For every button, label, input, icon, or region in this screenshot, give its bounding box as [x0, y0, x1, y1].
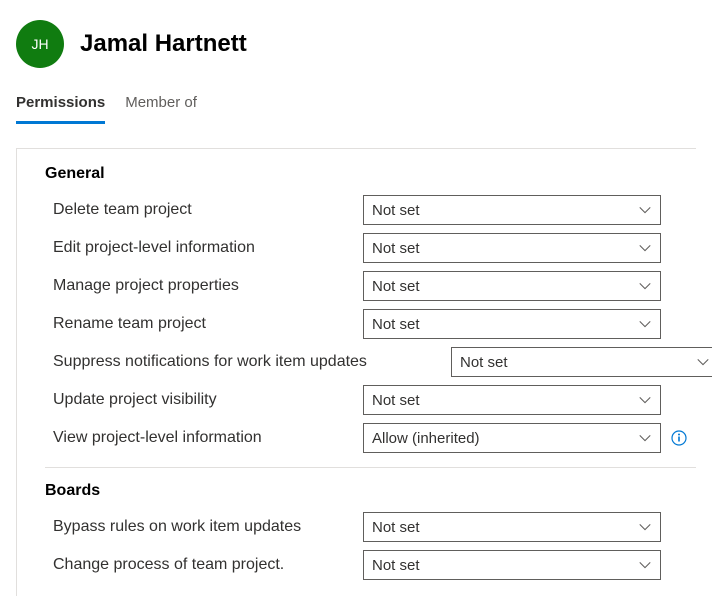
chevron-down-icon	[638, 241, 652, 255]
user-name: Jamal Hartnett	[80, 30, 247, 58]
select-value: Allow (inherited)	[372, 430, 480, 447]
perm-label: Delete team project	[53, 201, 363, 219]
perm-select[interactable]: Allow (inherited)	[363, 423, 661, 453]
perm-select[interactable]: Not set	[363, 385, 661, 415]
perm-row-delete-team-project: Delete team project Not set	[17, 191, 696, 229]
chevron-down-icon	[638, 317, 652, 331]
chevron-down-icon	[638, 558, 652, 572]
user-header: JH Jamal Hartnett	[0, 0, 712, 76]
perm-select[interactable]: Not set	[363, 550, 661, 580]
perm-row-suppress-notifications: Suppress notifications for work item upd…	[17, 343, 696, 381]
info-icon[interactable]	[671, 430, 687, 446]
content-area: General Delete team project Not set Edit…	[0, 124, 712, 596]
chevron-down-icon	[638, 520, 652, 534]
perm-row-update-visibility: Update project visibility Not set	[17, 381, 696, 419]
user-avatar: JH	[16, 20, 64, 68]
section-title-boards: Boards	[17, 482, 696, 508]
perm-select[interactable]: Not set	[363, 271, 661, 301]
perm-row-bypass-rules: Bypass rules on work item updates Not se…	[17, 508, 696, 546]
perm-row-view-project-info: View project-level information Allow (in…	[17, 419, 696, 457]
perm-label: Bypass rules on work item updates	[53, 518, 363, 536]
perm-label: Edit project-level information	[53, 239, 363, 257]
chevron-down-icon	[638, 203, 652, 217]
section-title-general: General	[17, 165, 696, 191]
perm-select[interactable]: Not set	[363, 233, 661, 263]
permissions-panel: General Delete team project Not set Edit…	[16, 148, 696, 596]
perm-label: View project-level information	[53, 429, 363, 447]
select-value: Not set	[372, 519, 420, 536]
perm-label: Suppress notifications for work item upd…	[53, 353, 451, 371]
perm-select[interactable]: Not set	[363, 309, 661, 339]
select-value: Not set	[372, 316, 420, 333]
select-value: Not set	[372, 240, 420, 257]
tab-member-of[interactable]: Member of	[125, 88, 197, 124]
chevron-down-icon	[696, 355, 710, 369]
perm-row-manage-project-properties: Manage project properties Not set	[17, 267, 696, 305]
tab-bar: Permissions Member of	[0, 76, 712, 124]
chevron-down-icon	[638, 279, 652, 293]
section-divider	[45, 467, 696, 468]
chevron-down-icon	[638, 393, 652, 407]
tab-permissions[interactable]: Permissions	[16, 88, 105, 124]
tab-label: Member of	[125, 94, 197, 111]
perm-select[interactable]: Not set	[363, 195, 661, 225]
perm-label: Update project visibility	[53, 391, 363, 409]
perm-row-edit-project-info: Edit project-level information Not set	[17, 229, 696, 267]
select-value: Not set	[372, 278, 420, 295]
perm-label: Rename team project	[53, 315, 363, 333]
tab-label: Permissions	[16, 94, 105, 111]
avatar-initials: JH	[31, 36, 48, 52]
perm-row-rename-team-project: Rename team project Not set	[17, 305, 696, 343]
select-value: Not set	[460, 354, 508, 371]
chevron-down-icon	[638, 431, 652, 445]
perm-select[interactable]: Not set	[363, 512, 661, 542]
perm-select[interactable]: Not set	[451, 347, 712, 377]
perm-label: Manage project properties	[53, 277, 363, 295]
perm-row-change-process: Change process of team project. Not set	[17, 546, 696, 584]
select-value: Not set	[372, 557, 420, 574]
select-value: Not set	[372, 392, 420, 409]
select-value: Not set	[372, 202, 420, 219]
perm-label: Change process of team project.	[53, 556, 363, 574]
